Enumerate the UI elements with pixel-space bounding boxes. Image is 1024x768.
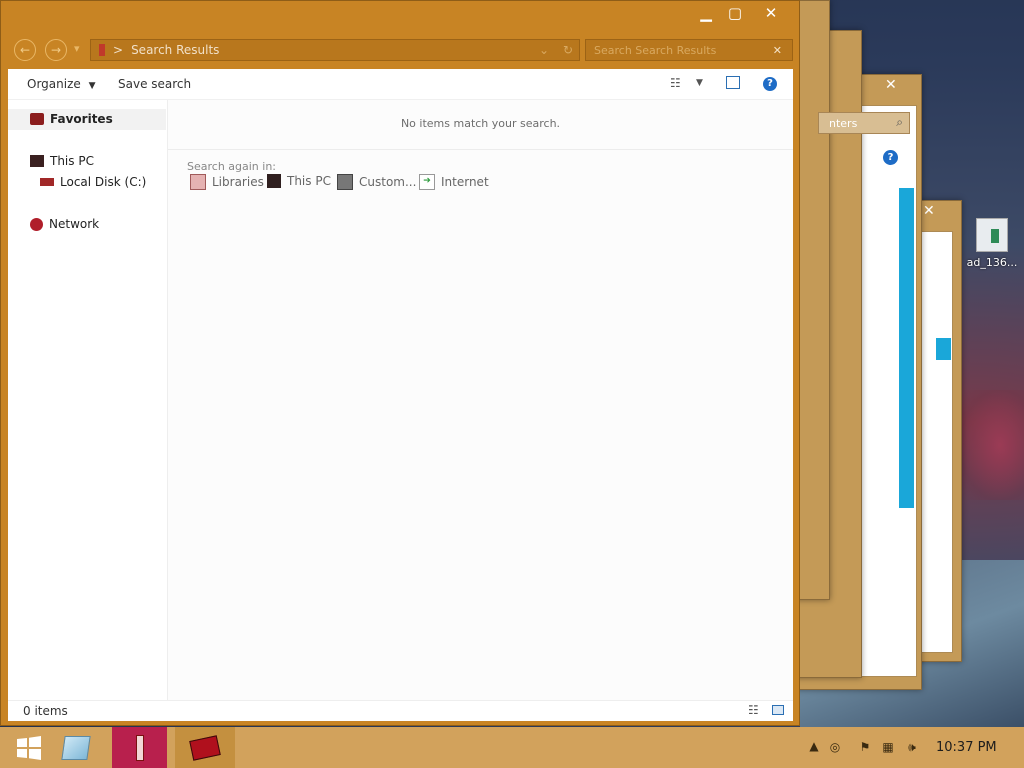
taskbar-app-active[interactable] [112,727,167,768]
maximize-button[interactable]: ▢ [720,3,750,23]
favorites-icon [30,113,44,125]
internet-label: Internet [441,175,489,189]
taskbar-app-graphics[interactable] [175,727,235,768]
forward-button[interactable]: → [45,39,67,61]
preview-pane-icon[interactable] [726,76,740,89]
this-pc-location-label: This PC [287,174,331,188]
close-icon[interactable]: ✕ [885,77,897,93]
favorites-label: Favorites [50,112,113,126]
close-icon[interactable]: ✕ [923,203,935,219]
desktop-background-flower [960,390,1024,500]
system-clock[interactable]: 10:37 PM [936,740,997,755]
desktop-file-icon[interactable]: ad_136... [962,218,1022,269]
background-search-box[interactable]: nters ⌕ [818,112,910,134]
custom-folder-icon [337,174,353,190]
close-button[interactable]: ✕ [756,3,786,23]
details-view-icon[interactable]: ☷ [748,703,759,717]
path-separator: > [113,43,124,57]
sidebar-item-local-disk[interactable]: Local Disk (C:) [40,175,146,189]
windows-logo-icon [17,735,41,760]
tray-app-icon[interactable]: ◎ [827,740,843,754]
network-label: Network [49,217,100,231]
back-button[interactable]: ← [14,39,36,61]
background-scrollbar[interactable] [899,188,914,508]
sidebar-item-favorites[interactable]: Favorites [30,112,113,126]
search-results-icon [99,44,105,56]
view-options-icon[interactable]: ☷ [670,76,681,90]
internet-icon: ➔ [419,174,435,190]
graphics-card-icon [189,734,221,761]
network-icon [30,217,43,231]
computer-icon [267,174,281,188]
organize-label: Organize [27,77,81,91]
organize-button[interactable]: Organize ▼ [27,77,96,91]
help-icon[interactable]: ? [763,77,777,91]
search-again-custom[interactable]: Custom... [337,174,416,190]
search-again-libraries[interactable]: Libraries [190,174,264,190]
file-icon [976,218,1008,252]
address-bar[interactable]: > Search Results ⌄ ↻ [90,39,580,61]
clear-search-icon[interactable]: ✕ [773,44,782,57]
command-bar: Organize ▼ Save search ☷ ▼ ? [8,69,793,100]
local-disk-label: Local Disk (C:) [60,175,147,189]
volume-icon[interactable]: 🕪 [904,740,920,754]
app-icon [135,734,144,761]
show-hidden-icons-icon[interactable]: ▲ [806,739,822,753]
computer-icon [30,155,44,167]
taskbar-app-explorer[interactable] [50,727,102,768]
taskbar: ▲ ◎ ⚑ ▦ 🕪 10:37 PM [0,727,1024,768]
background-selection [936,338,951,360]
results-pane[interactable]: No items match your search. Search again… [168,100,793,700]
search-again-label: Search again in: [187,160,277,173]
libraries-label: Libraries [212,175,264,189]
search-input[interactable]: Search Search Results ✕ [585,39,793,61]
view-options-chevron-icon[interactable]: ▼ [696,78,703,88]
background-help-icon[interactable]: ? [883,150,898,165]
network-status-icon[interactable]: ▦ [880,740,896,754]
background-search-text: nters [829,117,858,130]
chevron-down-icon[interactable]: ⌄ [539,43,549,57]
recent-locations-button[interactable]: ▾ [74,42,80,55]
results-divider [168,149,793,150]
search-icon: ⌕ [896,115,903,129]
libraries-icon [190,174,206,190]
drive-icon [40,178,54,186]
search-again-this-pc[interactable]: This PC [267,174,331,188]
window-client-area: Organize ▼ Save search ☷ ▼ ? Favorites T… [8,69,793,721]
search-again-internet[interactable]: ➔ Internet [419,174,489,190]
sidebar-item-this-pc[interactable]: This PC [30,154,94,168]
action-center-flag-icon[interactable]: ⚑ [857,740,873,754]
breadcrumb[interactable]: Search Results [131,43,219,57]
title-bar[interactable]: ▁ ▢ ✕ [1,1,799,29]
sidebar-item-network[interactable]: Network [30,217,99,231]
item-count: 0 items [23,704,68,718]
navigation-pane: Favorites This PC Local Disk (C:) Networ… [8,100,168,700]
refresh-icon[interactable]: ↻ [563,43,573,57]
minimize-button[interactable]: ▁ [691,3,721,23]
search-placeholder: Search Search Results [594,43,717,57]
desktop-icon-label: ad_136... [966,256,1018,269]
status-bar: 0 items ☷ [8,700,793,721]
save-search-button[interactable]: Save search [118,77,191,91]
file-explorer-icon [61,735,91,760]
empty-message: No items match your search. [400,117,561,130]
explorer-window[interactable]: ▁ ▢ ✕ ← → ▾ > Search Results ⌄ ↻ Search … [0,0,800,726]
large-icons-view-icon[interactable] [772,705,784,715]
custom-label: Custom... [359,175,417,189]
chevron-down-icon: ▼ [88,81,96,91]
this-pc-label: This PC [50,154,94,168]
